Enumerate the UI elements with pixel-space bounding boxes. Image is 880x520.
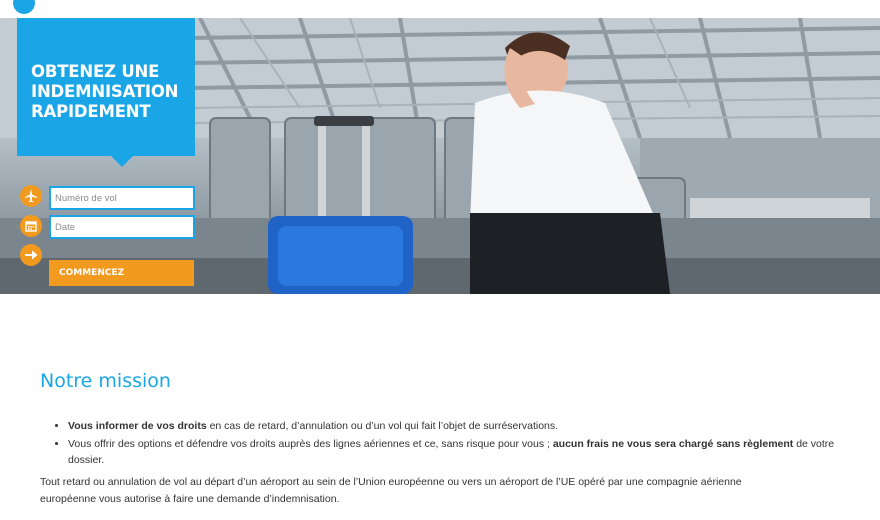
- calendar-icon: [20, 215, 42, 237]
- list-item: Vous informer de vos droits en cas de re…: [68, 418, 858, 434]
- mission-item-1-bold: Vous informer de vos droits: [68, 420, 207, 432]
- promo-title-line-2: INDEMNISATION: [31, 82, 179, 101]
- top-header: [0, 0, 880, 18]
- date-field[interactable]: [49, 215, 195, 239]
- logo[interactable]: [13, 0, 35, 14]
- promo-title-line-1: OBTENEZ UNE: [31, 62, 160, 81]
- plane-icon: [20, 185, 42, 207]
- mission-paragraph: Tout retard ou annulation de vol au dépa…: [40, 476, 742, 505]
- flight-number-input[interactable]: [51, 188, 195, 209]
- promo-title: OBTENEZ UNE INDEMNISATION RAPIDEMENT: [31, 62, 199, 122]
- promo-notch: [110, 155, 134, 167]
- mission-title: Notre mission: [40, 370, 171, 392]
- arrow-right-icon: [20, 244, 42, 266]
- promo-box: OBTENEZ UNE INDEMNISATION RAPIDEMENT: [17, 18, 195, 167]
- mission-item-2-bold: aucun frais ne vous sera chargé sans règ…: [552, 438, 794, 450]
- promo-title-line-3: RAPIDEMENT: [31, 102, 151, 121]
- hero-banner: OBTENEZ UNE INDEMNISATION RAPIDEMENT COM…: [0, 18, 880, 294]
- list-item: Vous offrir des options et défendre vos …: [68, 436, 858, 468]
- flight-number-field[interactable]: [49, 186, 195, 210]
- mission-item-2-text: Vous offrir des options et défendre vos …: [68, 438, 553, 450]
- mission-list: Vous informer de vos droits en cas de re…: [40, 418, 858, 470]
- start-button[interactable]: COMMENCEZ: [49, 260, 194, 286]
- date-input[interactable]: [51, 217, 195, 238]
- mission-item-1-text: en cas de retard, d’annulation ou d’un v…: [206, 420, 559, 432]
